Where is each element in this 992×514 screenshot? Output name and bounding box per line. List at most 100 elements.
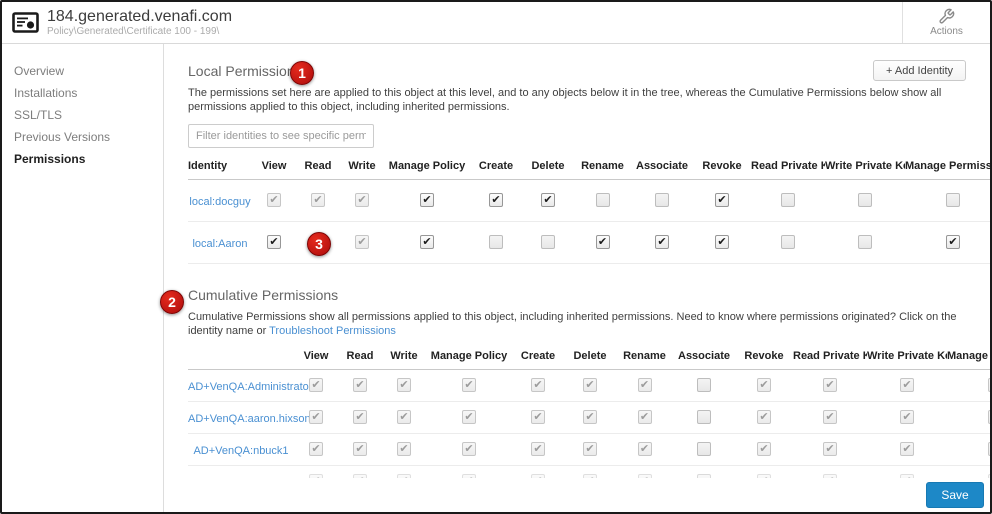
table-row: local:docguy ✔ ✔ ✔ ✔ ✔ ✔ ✔ ✔ ✔ ✔ ✔ ✔	[188, 179, 990, 222]
column-header-view: View	[252, 156, 296, 180]
troubleshoot-permissions-link[interactable]: Troubleshoot Permissions	[269, 325, 396, 337]
checkbox-revoke[interactable]: ✔	[715, 193, 729, 208]
checkbox-manage-permissions: ✔	[988, 410, 990, 425]
column-header-manage-permissions: Manage Permissions	[905, 156, 990, 180]
checkbox-manage-policy[interactable]: ✔	[420, 193, 434, 208]
column-header-write: Write	[382, 346, 426, 370]
actions-label: Actions	[930, 26, 963, 37]
checkbox-write: ✔	[355, 193, 369, 208]
checkbox-write: ✔	[355, 235, 369, 250]
cumulative-permissions-title: Cumulative Permissions	[188, 287, 339, 303]
checkbox-write-private-key[interactable]: ✔	[858, 235, 872, 250]
sidebar-item-permissions[interactable]: Permissions	[14, 148, 163, 170]
sidebar-item-ssl-tls[interactable]: SSL/TLS	[14, 104, 163, 126]
filter-identities-input[interactable]	[188, 124, 374, 148]
header: 184.generated.venafi.com Policy\Generate…	[2, 2, 990, 44]
checkbox-delete[interactable]: ✔	[541, 193, 555, 208]
identity-link[interactable]: local:docguy	[189, 196, 250, 208]
checkbox-manage-permissions: ✔	[988, 442, 990, 457]
table-row: AD+VenQA:Administrator✔✔✔✔✔✔✔✔✔✔✔✔	[188, 369, 990, 402]
checkbox-write-private-key: ✔	[900, 442, 914, 457]
local-permissions-description: The permissions set here are applied to …	[188, 87, 942, 113]
checkbox-read: ✔	[311, 193, 325, 208]
checkbox-associate[interactable]: ✔	[655, 193, 669, 208]
identity-link[interactable]: AD+VenQA:aaron.hixson	[188, 413, 311, 425]
column-header-read: Read	[296, 156, 340, 180]
checkbox-write-private-key[interactable]: ✔	[858, 193, 872, 208]
title-block: 184.generated.venafi.com Policy\Generate…	[2, 2, 902, 43]
column-header-write-private-key: Write Private Key	[867, 346, 947, 370]
checkbox-write: ✔	[397, 378, 411, 393]
checkbox-manage-policy: ✔	[462, 442, 476, 457]
column-header-view: View	[294, 346, 338, 370]
checkbox-manage-permissions[interactable]: ✔	[946, 193, 960, 208]
column-header-revoke: Revoke	[693, 156, 751, 180]
checkbox-associate[interactable]: ✔	[655, 235, 669, 250]
checkbox-read-private-key[interactable]: ✔	[781, 193, 795, 208]
save-button[interactable]: Save	[926, 482, 984, 508]
sidebar: Overview Installations SSL/TLS Previous Ver…	[2, 44, 164, 512]
checkbox-associate: ✔	[697, 442, 711, 457]
wrench-icon	[939, 8, 955, 24]
column-header-create: Create	[512, 346, 564, 370]
checkbox-associate: ✔	[697, 378, 711, 393]
sidebar-item-overview[interactable]: Overview	[14, 60, 163, 82]
checkbox-create[interactable]: ✔	[489, 193, 503, 208]
column-header-manage-permissions: Manage Permissions	[947, 346, 990, 370]
callout-badge-1: 1	[290, 61, 314, 85]
checkbox-view: ✔	[267, 193, 281, 208]
checkbox-rename: ✔	[637, 442, 652, 457]
checkbox-view: ✔	[309, 378, 323, 393]
checkbox-rename[interactable]: ✔	[595, 235, 610, 250]
local-permissions-section: Local Permissions + Add Identity The per…	[188, 60, 990, 264]
checkbox-read: ✔	[353, 410, 367, 425]
checkbox-manage-policy[interactable]: ✔	[420, 235, 434, 250]
checkbox-read-private-key: ✔	[823, 442, 837, 457]
identity-link[interactable]: local:Aaron	[192, 238, 247, 250]
column-header-rename: Rename	[616, 346, 673, 370]
identity-link[interactable]: AD+VenQA:Administrator	[188, 381, 312, 393]
checkbox-manage-policy: ✔	[462, 410, 476, 425]
checkbox-revoke: ✔	[757, 410, 771, 425]
checkbox-write: ✔	[397, 442, 411, 457]
checkbox-revoke[interactable]: ✔	[715, 235, 729, 250]
checkbox-revoke: ✔	[757, 442, 771, 457]
column-header-read-private-key: Read Private Key	[793, 346, 867, 370]
checkbox-rename[interactable]: ✔	[595, 193, 610, 208]
column-header-read: Read	[338, 346, 382, 370]
checkbox-create: ✔	[531, 378, 545, 393]
checkbox-delete[interactable]: ✔	[541, 235, 555, 250]
column-header-delete: Delete	[564, 346, 616, 370]
checkbox-read-private-key: ✔	[823, 378, 837, 393]
checkbox-manage-policy: ✔	[462, 378, 476, 393]
column-header-create: Create	[470, 156, 522, 180]
column-header-delete: Delete	[522, 156, 574, 180]
checkbox-rename: ✔	[637, 378, 652, 393]
column-header-write-private-key: Write Private Key	[825, 156, 905, 180]
table-row: AD+VenQA:nbuck1 ✔ ✔ ✔ ✔ ✔ ✔ ✔ ✔ ✔ ✔ ✔ ✔	[188, 433, 990, 466]
identity-link[interactable]: AD+VenQA:nbuck1	[193, 445, 288, 457]
checkbox-read: ✔	[353, 442, 367, 457]
add-identity-button[interactable]: + Add Identity	[873, 60, 966, 81]
checkbox-manage-permissions: ✔	[988, 378, 990, 393]
checkbox-view[interactable]: ✔	[267, 235, 281, 250]
sidebar-item-previous-versions[interactable]: Previous Versions	[14, 126, 163, 148]
checkbox-create[interactable]: ✔	[489, 235, 503, 250]
main-content: Local Permissions + Add Identity The per…	[164, 44, 990, 512]
checkbox-delete: ✔	[583, 378, 597, 393]
checkbox-view: ✔	[309, 442, 323, 457]
footer: Save	[165, 478, 990, 512]
checkbox-read-private-key[interactable]: ✔	[781, 235, 795, 250]
actions-button[interactable]: Actions	[902, 2, 990, 43]
callout-badge-2: 2	[160, 290, 184, 314]
column-header-associate: Associate	[631, 156, 693, 180]
checkbox-revoke: ✔	[757, 378, 771, 393]
checkbox-write-private-key: ✔	[900, 378, 914, 393]
sidebar-item-installations[interactable]: Installations	[14, 82, 163, 104]
certificate-icon	[12, 12, 39, 33]
checkbox-manage-permissions[interactable]: ✔	[946, 235, 960, 250]
breadcrumb: Policy\Generated\Certificate 100 - 199\	[47, 25, 220, 37]
column-header-rename: Rename	[574, 156, 631, 180]
column-header-manage-policy: Manage Policy	[384, 156, 470, 180]
column-header-manage-policy: Manage Policy	[426, 346, 512, 370]
